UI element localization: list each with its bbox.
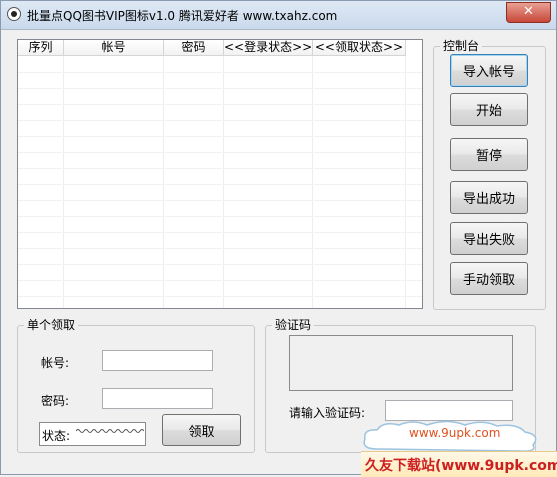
list-row-line: [18, 120, 422, 121]
account-list[interactable]: 序列 帐号 密码 <<登录状态>> <<领取状态>>: [17, 39, 423, 309]
password-input[interactable]: [102, 388, 213, 409]
claim-button[interactable]: 领取: [162, 414, 241, 446]
main-window: 批量点QQ图书VIP图标v1.0 腾讯爱好者 www.txahz.com ✕ 序…: [0, 0, 557, 477]
account-input[interactable]: [102, 350, 213, 371]
list-body: [18, 56, 422, 308]
list-header: 序列 帐号 密码 <<登录状态>> <<领取状态>>: [18, 40, 406, 56]
single-claim-title: 单个领取: [24, 318, 79, 332]
status-box: 状态:: [39, 422, 146, 446]
close-button[interactable]: ✕: [506, 2, 551, 23]
account-label: 帐号:: [41, 356, 70, 370]
list-row-line: [18, 280, 422, 281]
window-title: 批量点QQ图书VIP图标v1.0 腾讯爱好者 www.txahz.com: [27, 9, 338, 23]
title-bar: 批量点QQ图书VIP图标v1.0 腾讯爱好者 www.txahz.com ✕: [1, 1, 556, 30]
list-row-line: [18, 136, 422, 137]
watermark-bar: 久友下载站(www.9upk.com): [361, 451, 557, 477]
captcha-title: 验证码: [272, 318, 315, 332]
list-row-line: [18, 152, 422, 153]
list-row-line: [18, 184, 422, 185]
list-row-line: [18, 72, 422, 73]
status-wave-icon: [76, 429, 144, 433]
pause-button[interactable]: 暂停: [450, 138, 528, 171]
column-header-account[interactable]: 帐号: [64, 40, 164, 56]
start-button[interactable]: 开始: [450, 93, 528, 126]
list-row-line: [18, 296, 422, 297]
column-header-index[interactable]: 序列: [18, 40, 64, 56]
list-row-line: [18, 232, 422, 233]
control-panel-title: 控制台: [440, 39, 483, 53]
list-row-line: [18, 200, 422, 201]
captcha-input[interactable]: [385, 400, 513, 421]
watermark-site-name: 久友下载站(www.9upk.com): [365, 458, 557, 474]
captcha-input-label: 请输入验证码:: [289, 406, 366, 420]
watermark-url: www.9upk.com: [409, 426, 501, 440]
app-icon: [7, 7, 21, 21]
list-row-line: [18, 168, 422, 169]
list-row-line: [18, 88, 422, 89]
column-header-login-status[interactable]: <<登录状态>>: [224, 40, 313, 56]
import-accounts-button[interactable]: 导入帐号: [450, 54, 528, 87]
list-row-line: [18, 216, 422, 217]
manual-claim-button[interactable]: 手动领取: [450, 262, 528, 295]
list-row-line: [18, 104, 422, 105]
export-success-button[interactable]: 导出成功: [450, 181, 528, 214]
list-row-line: [18, 264, 422, 265]
list-row-line: [18, 248, 422, 249]
password-label: 密码:: [41, 394, 70, 408]
status-label: 状态:: [42, 429, 71, 443]
column-header-password[interactable]: 密码: [164, 40, 224, 56]
export-fail-button[interactable]: 导出失败: [450, 222, 528, 255]
column-header-claim-status[interactable]: <<领取状态>>: [313, 40, 406, 56]
captcha-image: [289, 335, 513, 391]
